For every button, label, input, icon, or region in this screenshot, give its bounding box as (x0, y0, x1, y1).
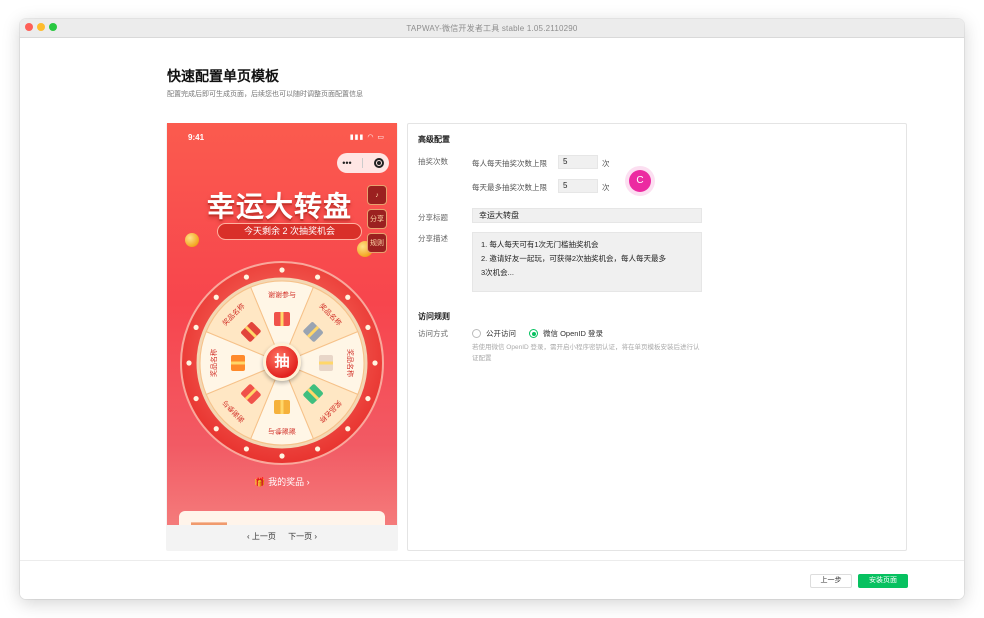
wheel-bulb (372, 360, 378, 366)
status-time: 9:41 (188, 133, 205, 142)
wheel-bulb (345, 294, 351, 300)
more-icon[interactable]: ••• (342, 158, 351, 168)
remaining-chances: 今天剩余 2 次抽奖机会 (217, 223, 362, 240)
config-panel: 高级配置 抽奖次数 每人每天抽奖次数上限 5 次 C 每天最多抽奖次数上限 5 … (407, 123, 907, 551)
template-preview: 9:41 ▮▮▮ ◠ ▭ ••• ♪ 分享 规则 幸运大转盘 今天剩余 2 次抽… (166, 123, 398, 551)
wheel-bulb (193, 324, 199, 331)
page-subtitle: 配置完成后即可生成页面，后续您也可以随时调整页面配置信息 (167, 91, 363, 98)
prev-page-link[interactable]: ‹ 上一页 (247, 532, 276, 541)
prize-ribbon (319, 361, 333, 365)
preview-pager: ‹ 上一页 下一页 › (166, 531, 398, 542)
draw-times-label: 抽奖次数 (418, 157, 448, 166)
phone-screen: 9:41 ▮▮▮ ◠ ▭ ••• ♪ 分享 规则 幸运大转盘 今天剩余 2 次抽… (167, 123, 397, 525)
wheel-bulb (314, 446, 321, 452)
footer-bar: 上一步 安装页面 (20, 560, 964, 599)
lucky-wheel-title: 幸运大转盘 (207, 191, 353, 222)
prev-step-button[interactable]: 上一步 (810, 574, 852, 588)
wheel-bulb (314, 274, 321, 280)
wheel-bulb (213, 294, 219, 300)
share-desc-label: 分享描述 (418, 234, 448, 243)
share-title-label: 分享标题 (418, 213, 448, 222)
title-bar: TAPWAY-微信开发者工具 stable 1.05.2110290 (20, 19, 964, 38)
max-limit-label: 每天最多抽奖次数上限 (472, 183, 547, 192)
wheel-label: 谢谢参与 (268, 427, 296, 436)
public-access-radio[interactable] (472, 329, 481, 338)
draw-button[interactable]: 抽 (263, 343, 301, 381)
prize-ribbon (280, 400, 284, 414)
daily-limit-label: 每人每天抽奖次数上限 (472, 159, 547, 168)
app-window: TAPWAY-微信开发者工具 stable 1.05.2110290 快速配置单… (20, 19, 964, 599)
wheel-bulb (345, 426, 351, 432)
wheel-bulb (213, 426, 219, 432)
wheel-bulb (193, 395, 199, 402)
advanced-config-title: 高级配置 (418, 135, 450, 144)
public-access-label[interactable]: 公开访问 (486, 328, 516, 339)
openid-login-radio[interactable] (529, 329, 538, 338)
prize-wheel[interactable]: 谢谢参与 奖品名称 奖品名称 奖品名称 谢谢参与 谢谢参与 奖品名称 奖品名称 抽 (180, 261, 384, 465)
wheel-label: 奖品名称 (346, 349, 355, 377)
prize-ribbon (280, 312, 284, 326)
wheel-bulb (243, 274, 250, 280)
rules-button[interactable]: 规则 (367, 233, 387, 253)
next-page-link[interactable]: 下一页 › (288, 532, 317, 541)
status-icons: ▮▮▮ ◠ ▭ (349, 134, 385, 141)
coin-decoration (185, 233, 199, 247)
wheel-bulb (243, 446, 250, 452)
music-button[interactable]: ♪ (367, 185, 387, 205)
wheel-bulb (186, 360, 192, 366)
page-title: 快速配置单页模板 (167, 68, 279, 84)
window-title: TAPWAY-微信开发者工具 stable 1.05.2110290 (406, 24, 578, 33)
wheel-label: 奖品名称 (209, 349, 218, 377)
openid-login-label[interactable]: 微信 OpenID 登录 (543, 328, 603, 339)
user-cursor-avatar: C (629, 170, 651, 192)
my-prize-link[interactable]: 🎁 我的奖品 › (167, 475, 397, 488)
wheel-bulb (279, 453, 285, 459)
prize-ribbon (231, 361, 245, 365)
share-button[interactable]: 分享 (367, 209, 387, 229)
share-title-input[interactable]: 幸运大转盘 (472, 208, 702, 223)
wheel-bulb (279, 267, 285, 273)
wheel-bulb (365, 324, 371, 331)
side-buttons: ♪ 分享 规则 (367, 185, 387, 257)
access-rules-title: 访问规则 (418, 312, 450, 321)
access-method-label: 访问方式 (418, 329, 448, 338)
daily-limit-unit: 次 (602, 159, 610, 168)
bottom-card: ▬▬▬ (179, 511, 385, 525)
wheel-bulb (365, 395, 371, 402)
max-limit-input[interactable]: 5 (558, 179, 598, 193)
close-miniprogram-icon[interactable] (373, 158, 384, 168)
share-desc-textarea[interactable]: 1. 每人每天可有1次无门槛抽奖机会 2. 邀请好友一起玩，可获得2次抽奖机会，… (472, 232, 702, 292)
miniprogram-capsule[interactable]: ••• (337, 153, 389, 173)
daily-limit-input[interactable]: 5 (558, 155, 598, 169)
max-limit-unit: 次 (602, 183, 610, 192)
wheel-label: 谢谢参与 (268, 290, 296, 299)
install-page-button[interactable]: 安装页面 (858, 574, 908, 588)
access-hint: 若使用微信 OpenID 登录，需开启小程序密钥认证，将在单页模板安装后进行认证… (472, 344, 700, 362)
